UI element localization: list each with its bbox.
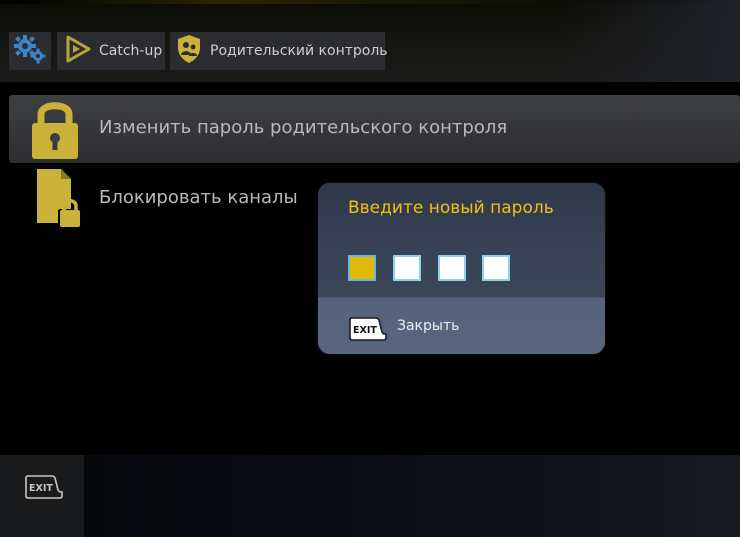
exit-key-label: EXIT [353, 325, 377, 336]
menu-item-label: Изменить пароль родительского контроля [99, 117, 508, 138]
pin-digit-input[interactable] [393, 255, 421, 281]
exit-key-button[interactable]: EXIT [24, 474, 64, 504]
catchup-label: Catch-up [99, 43, 163, 59]
catchup-button[interactable]: Catch-up [57, 32, 165, 70]
pin-digit-input[interactable] [438, 255, 466, 281]
menu-item-label: Блокировать каналы [99, 187, 298, 208]
parental-control-label: Родительский контроль [210, 43, 388, 59]
exit-key-label: EXIT [29, 483, 53, 494]
dialog-title: Введите новый пароль [348, 198, 554, 218]
shield-family-icon [176, 34, 202, 68]
exit-key-icon: EXIT [25, 475, 63, 499]
dialog-divider [318, 297, 605, 298]
new-password-dialog: Введите новый пароль EXIT Закрыть [318, 183, 605, 354]
bottom-bar [0, 455, 740, 537]
play-triangle-icon [65, 35, 91, 67]
exit-key-icon: EXIT [349, 317, 387, 341]
settings-button[interactable] [9, 32, 51, 70]
gears-icon [13, 34, 47, 68]
parental-control-button[interactable]: Родительский контроль [170, 32, 388, 70]
padlock-icon [27, 95, 83, 163]
pin-digit-input[interactable] [348, 255, 376, 281]
menu-item-change-password[interactable]: Изменить пароль родительского контроля [9, 95, 740, 163]
tv-screen: Catch-up Родительский контроль Изменить … [0, 0, 740, 537]
document-lock-icon [27, 163, 83, 231]
dialog-exit-button[interactable]: EXIT [348, 316, 388, 346]
dialog-close-label: Закрыть [397, 318, 460, 334]
pin-digit-input[interactable] [482, 255, 510, 281]
